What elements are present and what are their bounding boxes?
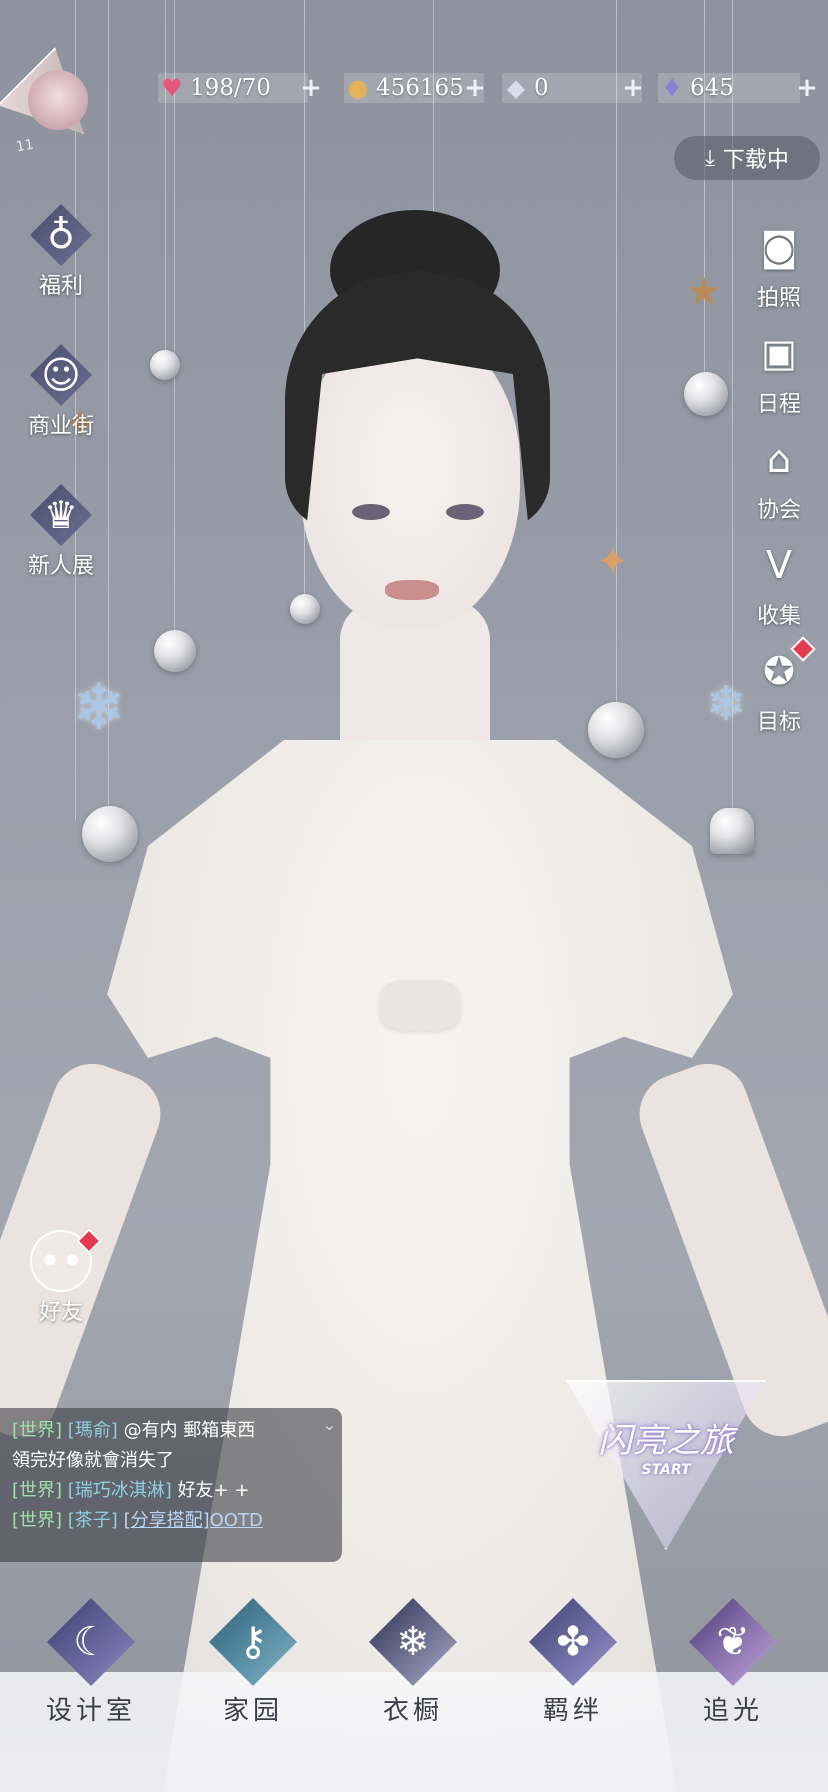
trophy-icon: ♛ xyxy=(30,484,92,546)
pearl-ornament xyxy=(82,806,138,862)
goals-button[interactable]: ✪ 目标 xyxy=(734,640,824,736)
photo-label: 拍照 xyxy=(756,286,801,311)
chat-channel: [世界] xyxy=(12,1480,63,1501)
gold-coin-icon: ● xyxy=(347,74,369,102)
heart-gem-icon: ♥ xyxy=(161,74,183,102)
stamina-bar: ♥ 198/70 xyxy=(158,73,308,103)
chat-text: 領完好像就會消失了 xyxy=(12,1450,174,1471)
chat-text: 好友+ + xyxy=(177,1480,250,1501)
calendar-icon: ▣ xyxy=(761,331,797,375)
pearl-ornament xyxy=(684,372,728,416)
shopping-street-label: 商业街 xyxy=(27,414,94,439)
diamond-icon: ♦ xyxy=(661,74,683,102)
world-chat-panel[interactable]: ⌄ [世界] [瑪俞] @有内 郵箱東西 領完好像就會消失了 [世界] [瑞巧冰… xyxy=(0,1408,342,1562)
photo-button[interactable]: ◙ 拍照 xyxy=(734,216,824,312)
welfare-button[interactable]: ♁ 福利 xyxy=(16,204,106,300)
chat-text: @有内 郵箱東西 xyxy=(123,1420,256,1441)
guild-hall-icon: ⌂ xyxy=(766,437,792,481)
butterfly-icon: ❦ xyxy=(689,1598,777,1686)
chat-message: 領完好像就會消失了 xyxy=(12,1446,330,1476)
hot-air-balloon-icon: ♁ xyxy=(30,204,92,266)
crystal-value: 0 xyxy=(534,75,549,101)
diamond-value: 645 xyxy=(690,75,734,101)
chat-message: [世界] [瑞巧冰淇淋] 好友+ + xyxy=(12,1476,330,1506)
schedule-label: 日程 xyxy=(756,392,801,417)
character-eye xyxy=(352,504,390,520)
chat-message: [世界] [茶子] [分享搭配]OOTD xyxy=(12,1506,330,1536)
shopping-street-button[interactable]: ☺ 商业街 xyxy=(16,344,106,440)
nav-bonds-label: 羁绊 xyxy=(542,1696,603,1726)
newcomer-exhibit-button[interactable]: ♛ 新人展 xyxy=(16,484,106,580)
nav-design-studio[interactable]: ☾ 设计室 xyxy=(36,1598,146,1727)
nav-home-label: 家园 xyxy=(222,1696,283,1726)
avatar-portrait xyxy=(28,70,88,130)
collection-button[interactable]: V 收集 xyxy=(734,534,824,630)
chat-channel: [世界] xyxy=(12,1510,63,1531)
dress-bow xyxy=(380,980,460,1030)
star-ornament: ✦ xyxy=(596,539,630,585)
stamina-value: 198/70 xyxy=(190,75,271,101)
moon-pendant-icon: ☾ xyxy=(47,1598,135,1686)
hanging-string xyxy=(165,0,166,360)
event-subtitle: START xyxy=(641,1461,691,1478)
goals-label: 目标 xyxy=(756,710,801,735)
nav-home[interactable]: ⚷ 家园 xyxy=(198,1598,308,1727)
download-button[interactable]: ⤓ 下载中 xyxy=(674,136,820,180)
gold-value: 456165 xyxy=(376,75,464,101)
hanging-string xyxy=(433,0,434,220)
chat-user[interactable]: [瑞巧冰淇淋] xyxy=(68,1480,172,1501)
add-stamina-button[interactable]: + xyxy=(298,75,324,101)
download-label: 下载中 xyxy=(722,148,789,173)
pearl-ornament xyxy=(588,702,644,758)
welfare-label: 福利 xyxy=(38,274,83,299)
pearl-ornament xyxy=(290,594,320,624)
bell-ornament xyxy=(710,808,754,854)
nav-wardrobe[interactable]: ❄ 衣橱 xyxy=(358,1598,468,1727)
collection-v-icon: V xyxy=(766,543,792,587)
snowflake-ornament: ❄ xyxy=(72,671,126,745)
chevron-down-icon[interactable]: ⌄ xyxy=(323,1410,336,1440)
nav-chase-light-label: 追光 xyxy=(702,1696,763,1726)
player-level: 11 xyxy=(14,136,36,156)
hanging-string xyxy=(616,0,617,720)
guild-button[interactable]: ⌂ 协会 xyxy=(734,428,824,524)
pearl-ornament xyxy=(154,630,196,672)
character-eye xyxy=(446,504,484,520)
key-icon: ⚷ xyxy=(209,1598,297,1686)
nav-wardrobe-label: 衣橱 xyxy=(382,1696,443,1726)
character-lips xyxy=(385,580,439,600)
chat-channel: [世界] xyxy=(12,1420,63,1441)
camera-icon: ◙ xyxy=(760,225,798,269)
event-banner[interactable]: 闪亮之旅 START xyxy=(566,1380,766,1550)
add-diamond-button[interactable]: + xyxy=(794,75,820,101)
chat-user[interactable]: [茶子] xyxy=(68,1510,118,1531)
clover-icon: ✤ xyxy=(529,1598,617,1686)
add-crystal-button[interactable]: + xyxy=(620,75,646,101)
pearl-ornament xyxy=(150,350,180,380)
event-title: 闪亮之旅 xyxy=(598,1420,734,1461)
newcomer-exhibit-label: 新人展 xyxy=(27,554,94,579)
friends-label: 好友 xyxy=(38,1300,83,1325)
diamond-bar: ♦ 645 xyxy=(658,73,800,103)
hanging-string xyxy=(704,0,705,380)
chat-message: [世界] [瑪俞] @有内 郵箱東西 xyxy=(12,1416,330,1446)
collection-label: 收集 xyxy=(756,604,801,629)
nav-chase-light[interactable]: ❦ 追光 xyxy=(678,1598,788,1727)
chat-user[interactable]: [瑪俞] xyxy=(68,1420,118,1441)
star-ornament: ★ xyxy=(686,269,722,315)
schedule-button[interactable]: ▣ 日程 xyxy=(734,322,824,418)
shared-outfit-link[interactable]: [分享搭配]OOTD xyxy=(124,1510,263,1531)
crystal-icon: ◆ xyxy=(506,74,526,102)
guild-label: 协会 xyxy=(756,498,801,523)
snowflake-icon: ❄ xyxy=(369,1598,457,1686)
nav-bonds[interactable]: ✤ 羁绊 xyxy=(518,1598,628,1727)
download-icon: ⤓ xyxy=(705,145,715,171)
shopping-bag-icon: ☺ xyxy=(30,344,92,406)
add-gold-button[interactable]: + xyxy=(462,75,488,101)
nav-design-studio-label: 设计室 xyxy=(45,1696,136,1726)
